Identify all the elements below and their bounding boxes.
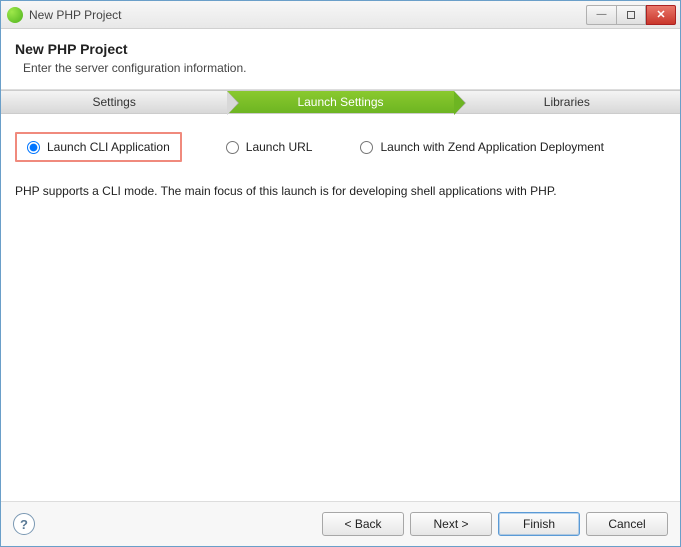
back-button[interactable]: < Back: [322, 512, 404, 536]
wizard-content: Launch CLI Application Launch URL Launch…: [1, 114, 680, 501]
radio-launch-zend[interactable]: Launch with Zend Application Deployment: [356, 138, 607, 156]
window-controls: — ✕: [586, 5, 676, 25]
step-libraries[interactable]: Libraries: [454, 91, 680, 113]
step-bar: Settings Launch Settings Libraries: [1, 90, 680, 114]
step-label: Launch Settings: [297, 95, 383, 109]
window-title: New PHP Project: [29, 8, 586, 22]
step-label: Settings: [92, 95, 135, 109]
radio-launch-url[interactable]: Launch URL: [222, 138, 317, 156]
step-settings[interactable]: Settings: [1, 91, 227, 113]
launch-description: PHP supports a CLI mode. The main focus …: [15, 184, 666, 198]
app-icon: [7, 7, 23, 23]
help-icon[interactable]: ?: [13, 513, 35, 535]
wizard-header: New PHP Project Enter the server configu…: [1, 29, 680, 90]
finish-button[interactable]: Finish: [498, 512, 580, 536]
page-title: New PHP Project: [15, 41, 666, 57]
maximize-button[interactable]: [616, 5, 646, 25]
launch-mode-group: Launch CLI Application Launch URL Launch…: [15, 132, 666, 162]
step-label: Libraries: [544, 95, 590, 109]
radio-input-url[interactable]: [226, 141, 239, 154]
minimize-button[interactable]: —: [586, 5, 616, 25]
cancel-button[interactable]: Cancel: [586, 512, 668, 536]
radio-input-cli[interactable]: [27, 141, 40, 154]
title-bar: New PHP Project — ✕: [1, 1, 680, 29]
next-button[interactable]: Next >: [410, 512, 492, 536]
radio-label-zend: Launch with Zend Application Deployment: [380, 140, 603, 154]
wizard-footer: ? < Back Next > Finish Cancel: [1, 501, 680, 546]
radio-label-cli: Launch CLI Application: [47, 140, 170, 154]
close-button[interactable]: ✕: [646, 5, 676, 25]
step-launch-settings[interactable]: Launch Settings: [227, 91, 453, 113]
radio-launch-cli[interactable]: Launch CLI Application: [15, 132, 182, 162]
page-subtitle: Enter the server configuration informati…: [23, 61, 666, 75]
radio-input-zend[interactable]: [360, 141, 373, 154]
radio-label-url: Launch URL: [246, 140, 313, 154]
